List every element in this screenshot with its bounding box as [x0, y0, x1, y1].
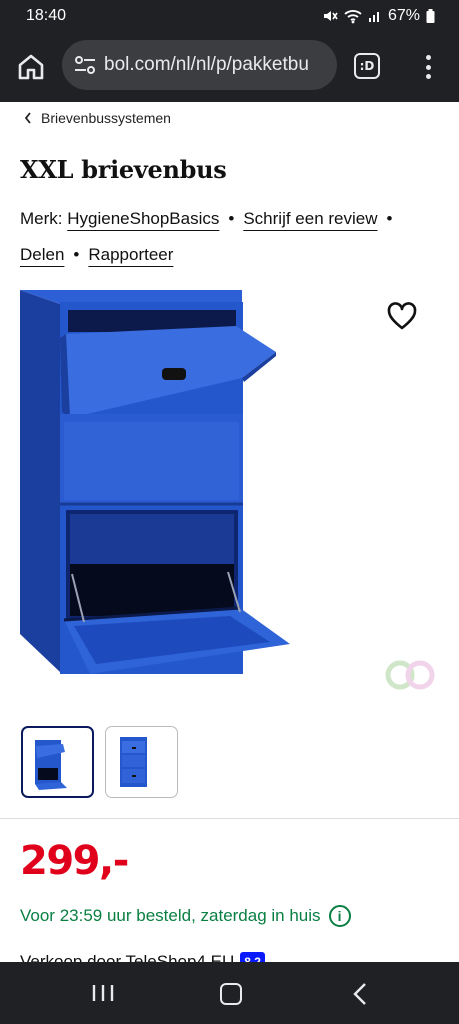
page-content: Brievenbussystemen XXL brievenbus Merk: … [0, 102, 459, 962]
address-bar[interactable]: bol.com/nl/nl/p/pakketbu [62, 40, 337, 90]
product-price: 299,- [20, 838, 129, 884]
separator-dot: • [73, 245, 80, 264]
report-link[interactable]: Rapporteer [88, 245, 173, 264]
seller-rating-badge: 8,2 [240, 952, 265, 962]
breadcrumb[interactable]: Brievenbussystemen [24, 110, 171, 126]
delivery-info: Voor 23:59 uur besteld, zaterdag in huis… [20, 905, 351, 927]
thumbnail-image [35, 740, 67, 790]
battery-icon [426, 9, 435, 23]
status-bar: 18:40 67% [0, 0, 459, 32]
separator-dot: • [228, 209, 235, 228]
recent-apps-icon[interactable] [92, 984, 114, 1002]
back-icon[interactable] [352, 982, 368, 1006]
thumbnail-1[interactable] [21, 726, 94, 798]
product-meta: Merk: HygieneShopBasics • Schrijf een revi… [20, 201, 440, 273]
section-divider [0, 818, 459, 819]
signal-icon [368, 12, 379, 22]
chevron-left-icon [24, 112, 31, 124]
breadcrumb-label[interactable]: Brievenbussystemen [41, 110, 171, 126]
product-image[interactable] [14, 282, 304, 674]
home-nav-icon[interactable] [220, 983, 242, 1005]
seller-text[interactable]: Verkoop door TeleShop4 EU [20, 952, 234, 962]
thumbnail-image [120, 737, 147, 787]
site-settings-icon[interactable] [72, 52, 98, 78]
home-icon[interactable] [16, 52, 46, 82]
brand-watermark-icon [385, 660, 435, 690]
heart-outline-icon[interactable] [386, 301, 418, 331]
mute-icon [323, 11, 338, 21]
thumbnail-2[interactable] [105, 726, 178, 798]
more-vert-icon[interactable] [420, 52, 436, 82]
info-icon[interactable]: i [328, 905, 351, 927]
tab-switcher-button[interactable]: :D [354, 53, 380, 79]
delivery-text: Voor 23:59 uur besteld, zaterdag in huis [20, 906, 321, 925]
browser-toolbar: bol.com/nl/nl/p/pakketbu :D [0, 32, 459, 102]
status-icons: 67% [322, 7, 435, 25]
wifi-icon [344, 10, 362, 24]
system-nav-bar [0, 962, 459, 1024]
battery-text: 67% [387, 7, 420, 24]
product-title: XXL brievenbus [20, 155, 227, 184]
brand-link[interactable]: HygieneShopBasics [67, 209, 219, 228]
share-link[interactable]: Delen [20, 245, 64, 264]
status-time: 18:40 [26, 7, 67, 24]
separator-dot: • [386, 209, 393, 228]
review-link[interactable]: Schrijf een review [243, 209, 377, 228]
brand-prefix: Merk: [20, 209, 63, 228]
seller-info[interactable]: Verkoop door TeleShop4 EU 8,2 [20, 952, 265, 962]
url-text: bol.com/nl/nl/p/pakketbu [104, 54, 309, 75]
